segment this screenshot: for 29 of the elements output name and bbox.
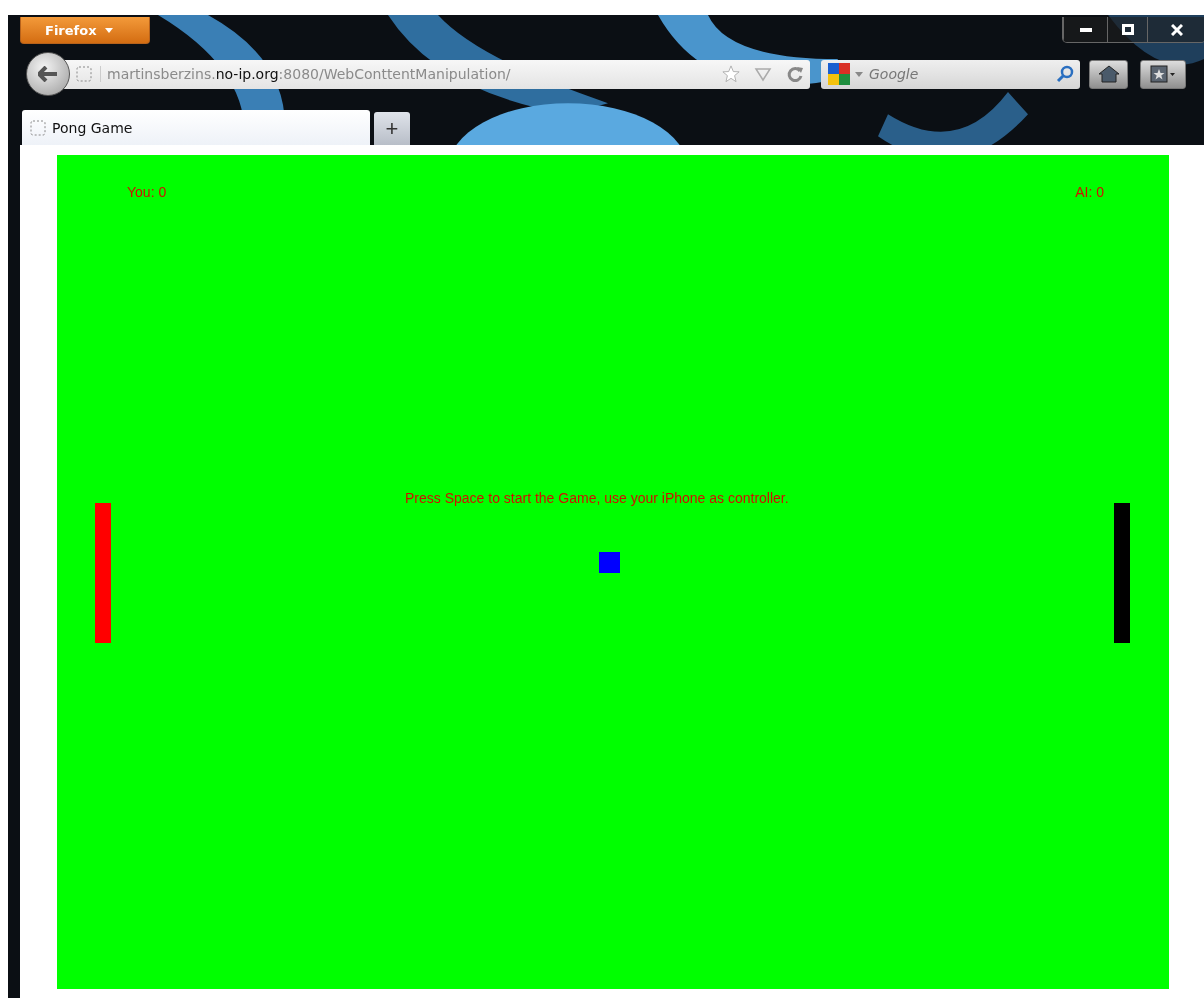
ai-score: AI: 0 (1075, 184, 1104, 200)
bookmarks-button[interactable] (1140, 59, 1186, 89)
reload-icon[interactable] (786, 65, 804, 83)
maximize-icon (1121, 24, 1134, 35)
new-tab-button[interactable]: + (374, 112, 410, 145)
close-icon (1170, 23, 1183, 36)
page-icon (76, 66, 92, 82)
maximize-button[interactable] (1107, 17, 1147, 42)
tab-title: Pong Game (52, 119, 133, 136)
address-bar[interactable]: martinsberzins.no-ip.org:8080/WebConttentManipulation/ (64, 59, 810, 89)
minimize-button[interactable] (1063, 17, 1107, 42)
url-text: martinsberzins.no-ip.org:8080/WebConttentManipulation/ (100, 66, 714, 82)
home-button[interactable] (1089, 59, 1128, 89)
star-page-icon (1150, 65, 1176, 83)
back-arrow-icon (38, 66, 58, 82)
search-engine-icon[interactable] (827, 62, 851, 86)
search-field[interactable]: Google (867, 65, 1052, 83)
browser-tab[interactable]: Pong Game (22, 110, 370, 145)
minimize-icon (1079, 27, 1092, 32)
caret-icon (855, 71, 863, 77)
close-button[interactable] (1147, 17, 1204, 42)
star-icon[interactable] (722, 65, 740, 83)
search-bar[interactable]: Google (821, 59, 1080, 89)
search-icon[interactable] (1056, 65, 1074, 83)
start-message: Press Space to start the Game, use your iPhone as controller. (405, 490, 789, 506)
player-score: You: 0 (127, 184, 167, 200)
house-icon (1097, 65, 1120, 83)
caret-icon (104, 27, 113, 33)
page-icon (30, 119, 46, 136)
